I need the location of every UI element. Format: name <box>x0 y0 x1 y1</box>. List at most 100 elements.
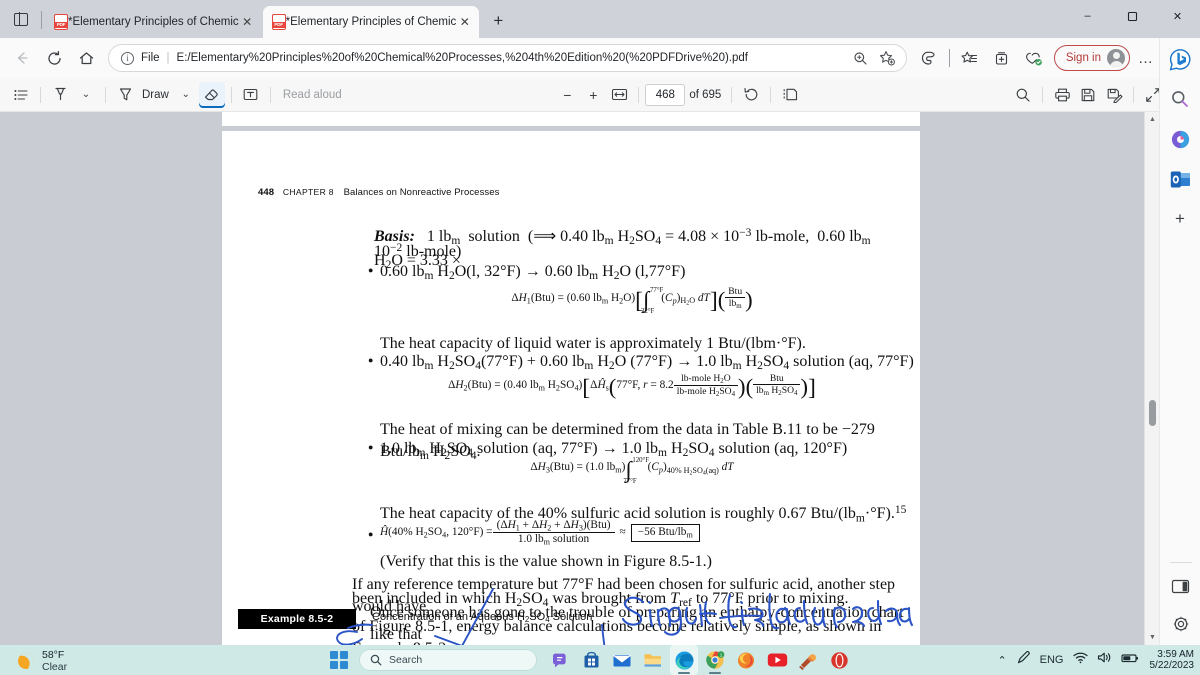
opera-icon[interactable] <box>825 645 853 675</box>
zoom-in-button[interactable]: + <box>580 82 606 108</box>
file-explorer-icon[interactable] <box>639 645 667 675</box>
equation-delta-h1: ΔH1(Btu) = (0.60 lbm H2O)[∫ 77°F 32°F (Cp)H… <box>511 286 753 315</box>
settings-gear-icon[interactable] <box>1166 609 1196 639</box>
tab-1[interactable]: *Elementary Principles of Chemic ✕ <box>262 6 480 38</box>
divider <box>731 86 733 103</box>
clock[interactable]: 3:59 AM 5/22/2023 <box>1150 649 1195 672</box>
page-header-title: Balances on Nonreactive Processes <box>343 187 500 198</box>
read-aloud-button[interactable]: Read aloud <box>277 89 348 101</box>
wifi-icon[interactable] <box>1072 651 1088 669</box>
site-info-icon[interactable]: i <box>121 51 134 65</box>
page-view-icon[interactable] <box>777 82 803 108</box>
draw-dropdown[interactable]: ⌄ <box>173 82 199 108</box>
microsoft-edge-icon[interactable] <box>670 645 698 675</box>
tab-strip: *Elementary Principles of Chemic ✕ *Elem… <box>0 0 512 38</box>
vertical-scrollbar[interactable]: ▲ ▼ <box>1144 112 1159 645</box>
footnote-marker: 15 <box>894 504 907 516</box>
search-icon <box>370 654 382 666</box>
bullet-2-text: 0.40 lbm H2SO4(77°F) + 0.60 lbm H2O (77°… <box>380 353 914 373</box>
windows-taskbar: 58°F Clear Search 1 ⌃ ENG 3:59 AM 5/22/2… <box>0 645 1200 675</box>
weather-widget[interactable]: 58°F Clear <box>15 649 67 673</box>
divider <box>1042 86 1043 103</box>
table-of-contents-icon[interactable] <box>8 82 34 108</box>
equation-2-lhs: ΔH2(Btu) = (0.40 lbm H2SO4) <box>448 379 583 393</box>
pen-input-icon[interactable] <box>1016 650 1031 670</box>
draw-label[interactable]: Draw <box>138 89 173 101</box>
equation-h-final: Ĥ(40% H2SO4, 120°F) = (ΔH1 + ΔH2 + ΔH3)(B… <box>380 519 700 547</box>
address-bar[interactable]: i File | E:/Elementary%20Principles%20of… <box>108 44 907 72</box>
add-text-icon[interactable] <box>238 82 264 108</box>
save-icon[interactable] <box>1075 82 1101 108</box>
pen-icon[interactable] <box>112 82 138 108</box>
navigation-bar: i File | E:/Elementary%20Principles%20of… <box>0 38 1200 78</box>
show-hidden-icons-button[interactable]: ⌃ <box>997 654 1006 667</box>
youtube-icon[interactable] <box>763 645 791 675</box>
zoom-out-button[interactable]: − <box>554 82 580 108</box>
tab-search-button[interactable] <box>4 0 38 38</box>
rotate-icon[interactable] <box>738 82 764 108</box>
search-placeholder: Search <box>389 654 423 666</box>
more-options-button[interactable]: … <box>1130 43 1162 73</box>
pdf-file-icon <box>54 14 68 30</box>
scroll-down-arrow[interactable]: ▼ <box>1145 630 1160 645</box>
maximize-icon <box>1127 11 1138 21</box>
favorites-icon[interactable] <box>954 43 986 73</box>
basis-line-2: 10−2 lb-mole) <box>374 241 461 263</box>
microsoft-store-icon[interactable] <box>577 645 605 675</box>
search-icon[interactable] <box>1010 82 1036 108</box>
highlighter-icon[interactable] <box>47 82 73 108</box>
refresh-button[interactable] <box>38 43 70 73</box>
scrollbar-thumb[interactable] <box>1149 400 1156 426</box>
print-icon[interactable] <box>1049 82 1075 108</box>
microsoft-365-icon[interactable] <box>1165 124 1195 154</box>
save-as-icon[interactable] <box>1101 82 1127 108</box>
language-indicator[interactable]: ENG <box>1040 654 1064 666</box>
address-url: E:/Elementary%20Principles%20of%20Chemic… <box>176 52 748 64</box>
sidebar-toggle-icon[interactable] <box>1166 571 1196 601</box>
tab-0[interactable]: *Elementary Principles of Chemic ✕ <box>45 6 262 38</box>
ccleaner-icon[interactable] <box>794 645 822 675</box>
firefox-icon[interactable] <box>732 645 760 675</box>
home-button[interactable] <box>70 43 102 73</box>
mail-icon[interactable] <box>608 645 636 675</box>
new-tab-button[interactable]: + <box>484 7 512 35</box>
equation-4-lhs: Ĥ(40% H2SO4, 120°F) = <box>380 526 493 540</box>
maximize-button[interactable] <box>1110 0 1155 32</box>
page-number-input[interactable]: 468 <box>645 83 686 106</box>
fit-to-width-icon[interactable] <box>606 82 632 108</box>
battery-icon[interactable] <box>1120 651 1139 669</box>
tab-0-close-icon[interactable]: ✕ <box>239 14 256 31</box>
equation-4-result-box: −56 Btu/lbm <box>630 524 700 542</box>
search-icon[interactable] <box>1165 84 1195 114</box>
address-security-label: File <box>141 52 160 64</box>
add-tool-icon[interactable]: + <box>1165 204 1195 234</box>
eraser-icon[interactable] <box>198 81 225 108</box>
search-input[interactable]: Search <box>359 649 537 671</box>
add-favorite-icon[interactable] <box>874 46 900 70</box>
bing-chat-icon[interactable] <box>1165 44 1195 74</box>
back-button[interactable] <box>6 43 38 73</box>
minimize-button[interactable]: – <box>1065 0 1110 32</box>
start-icon[interactable] <box>330 651 348 669</box>
equation-2-ratio: lb-mole H2O lb-mole H2SO4 <box>673 373 739 398</box>
sign-in-button[interactable]: Sign in <box>1053 45 1130 71</box>
pdf-viewer[interactable]: 448 CHAPTER 8 Balances on Nonreactive Pr… <box>0 112 1159 645</box>
close-button[interactable]: ✕ <box>1155 0 1200 32</box>
divider <box>770 86 772 103</box>
highlighter-dropdown[interactable]: ⌄ <box>73 82 99 108</box>
zoom-in-icon[interactable] <box>848 46 874 70</box>
google-chrome-icon[interactable]: 1 <box>701 645 729 675</box>
page-total-label: of 695 <box>689 88 722 101</box>
volume-icon[interactable] <box>1097 651 1112 669</box>
split-screen-icon[interactable] <box>913 43 945 73</box>
tab-1-close-icon[interactable]: ✕ <box>456 14 473 31</box>
chat-teams-icon[interactable] <box>546 645 574 675</box>
browser-essentials-icon[interactable] <box>1018 43 1050 73</box>
integral-3: ∫ 120°F 77°F <box>623 457 649 485</box>
tab-1-title: *Elementary Principles of Chemic <box>285 16 457 28</box>
outlook-icon[interactable] <box>1165 164 1195 194</box>
collections-icon[interactable] <box>986 43 1018 73</box>
pdf-page[interactable]: 448 CHAPTER 8 Balances on Nonreactive Pr… <box>222 131 920 645</box>
equation-1-lhs: ΔH1(Btu) = (0.60 lbm H2O) <box>511 291 636 305</box>
scroll-up-arrow[interactable]: ▲ <box>1145 112 1160 127</box>
